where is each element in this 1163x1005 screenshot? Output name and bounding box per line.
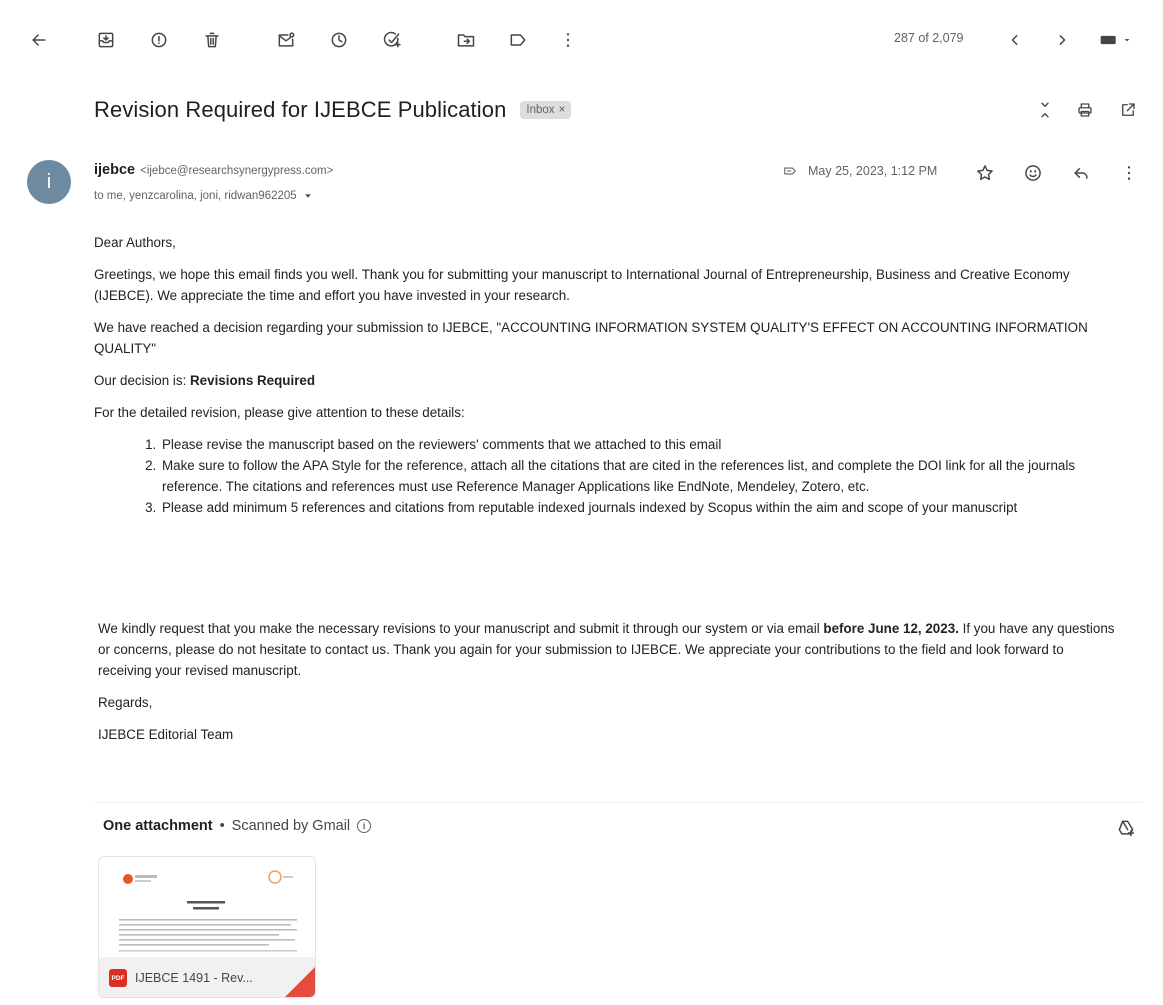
snooze-button[interactable] — [321, 22, 357, 58]
star-button[interactable] — [970, 158, 1000, 188]
back-button[interactable] — [21, 22, 57, 58]
newer-button[interactable] — [997, 22, 1033, 58]
emoji-icon — [1025, 165, 1041, 181]
chevron-right-icon — [1059, 35, 1066, 45]
message-body-continued: We kindly request that you make the nece… — [98, 618, 1118, 756]
more-vert-icon — [566, 33, 570, 47]
info-icon[interactable]: i — [357, 819, 372, 833]
add-to-tasks-button[interactable] — [374, 22, 410, 58]
attachment-card[interactable]: PDF IJEBCE 1491 - Rev... — [98, 856, 316, 998]
label-text: Inbox — [526, 104, 555, 116]
archive-icon — [98, 32, 114, 48]
label-tag-icon — [784, 167, 796, 175]
open-new-window-button[interactable] — [1114, 96, 1142, 124]
message-subject: Revision Required for IJEBCE Publication — [94, 97, 507, 122]
greeting: Dear Authors, — [94, 235, 176, 250]
message-meta: May 25, 2023, 1:12 PM — [780, 164, 937, 178]
sender-avatar[interactable]: i — [27, 160, 71, 204]
request-text: We kindly request that you make the nece… — [98, 621, 824, 636]
message-toolbar: 287 of 2,079 — [0, 0, 1163, 80]
signature: IJEBCE Editorial Team — [98, 727, 234, 742]
archive-button[interactable] — [88, 22, 124, 58]
labels-button[interactable] — [500, 22, 536, 58]
message-counter: 287 of 2,079 — [894, 31, 964, 45]
document-preview-icon — [119, 870, 297, 952]
paragraph-decision-context: We have reached a decision regarding you… — [94, 320, 1088, 356]
open-in-new-icon — [1122, 103, 1135, 116]
input-tools-button[interactable] — [1090, 22, 1140, 58]
add-to-drive-button[interactable] — [1112, 814, 1140, 842]
details-intro: For the detailed revision, please give a… — [94, 405, 465, 420]
message-more-button[interactable] — [1114, 158, 1144, 188]
attachment-footer: PDF IJEBCE 1491 - Rev... — [99, 957, 315, 997]
chevron-left-icon — [1011, 35, 1018, 45]
recipients-line[interactable]: to me, yenzcarolina, joni, ridwan962205 — [94, 190, 313, 202]
move-to-button[interactable] — [448, 22, 484, 58]
arrow-left-icon — [32, 34, 46, 46]
message-date: May 25, 2023, 1:12 PM — [808, 164, 938, 178]
sender-info: ijebce <ijebce@researchsynergypress.com> — [94, 162, 333, 178]
clock-icon — [331, 32, 347, 48]
attachment-filename: IJEBCE 1491 - Rev... — [135, 971, 253, 985]
regards: Regards, — [98, 695, 153, 710]
revision-list: Please revise the manuscript based on th… — [160, 434, 1119, 518]
inbox-label-chip[interactable]: Inbox × — [520, 101, 572, 119]
caret-down-icon — [1124, 39, 1130, 42]
scanned-label: Scanned by Gmail — [231, 818, 351, 834]
separator-dot: • — [219, 818, 225, 834]
attachments-title: One attachment — [103, 818, 213, 834]
decision-value: Revisions Required — [190, 373, 316, 388]
recipients-text: to me, yenzcarolina, joni, ridwan962205 — [94, 190, 297, 202]
expand-all-button[interactable] — [1031, 96, 1059, 124]
caret-down-icon[interactable] — [303, 191, 313, 201]
deadline: before June 12, 2023. — [823, 621, 959, 636]
unfold-icon — [1041, 102, 1049, 118]
sender-email: <ijebce@researchsynergypress.com> — [140, 165, 334, 177]
remove-label-button[interactable]: × — [559, 104, 566, 116]
request-paragraph: We kindly request that you make the nece… — [98, 618, 1118, 681]
add-reaction-button[interactable] — [1018, 158, 1048, 188]
page-fold-decoration — [285, 967, 315, 997]
print-button[interactable] — [1071, 96, 1099, 124]
reply-icon — [1074, 168, 1088, 179]
attachments-header: One attachment • Scanned by Gmail i — [103, 818, 372, 834]
report-icon — [151, 32, 167, 48]
pdf-icon: PDF — [109, 969, 127, 987]
more-options-button[interactable] — [550, 22, 586, 58]
older-button[interactable] — [1044, 22, 1080, 58]
sender-name[interactable]: ijebce — [94, 162, 135, 178]
attachment-thumbnail — [99, 857, 315, 957]
trash-icon — [205, 32, 219, 48]
more-vert-icon — [1127, 166, 1131, 180]
attachment-divider — [94, 802, 1142, 803]
add-to-drive-icon — [1118, 820, 1135, 837]
message-body: Dear Authors, Greetings, we hope this em… — [94, 232, 1119, 528]
delete-button[interactable] — [194, 22, 230, 58]
mail-unread-icon — [278, 32, 295, 47]
reply-button[interactable] — [1066, 158, 1096, 188]
keyboard-icon — [1100, 35, 1116, 45]
list-item: Please revise the manuscript based on th… — [160, 434, 1119, 455]
label-icon — [510, 34, 526, 46]
mark-unread-button[interactable] — [268, 22, 304, 58]
paragraph-intro: Greetings, we hope this email finds you … — [94, 267, 1070, 303]
star-icon — [977, 165, 993, 181]
print-icon — [1078, 103, 1092, 117]
decision-prefix: Our decision is: — [94, 373, 191, 388]
list-item: Make sure to follow the APA Style for th… — [160, 455, 1119, 497]
report-spam-button[interactable] — [141, 22, 177, 58]
add-task-icon — [383, 31, 401, 48]
subject-row: Revision Required for IJEBCE Publication… — [94, 94, 1163, 126]
decision-line: Our decision is: Revisions Required — [94, 370, 1119, 391]
list-item: Please add minimum 5 references and cita… — [160, 497, 1119, 518]
move-folder-icon — [457, 34, 475, 47]
